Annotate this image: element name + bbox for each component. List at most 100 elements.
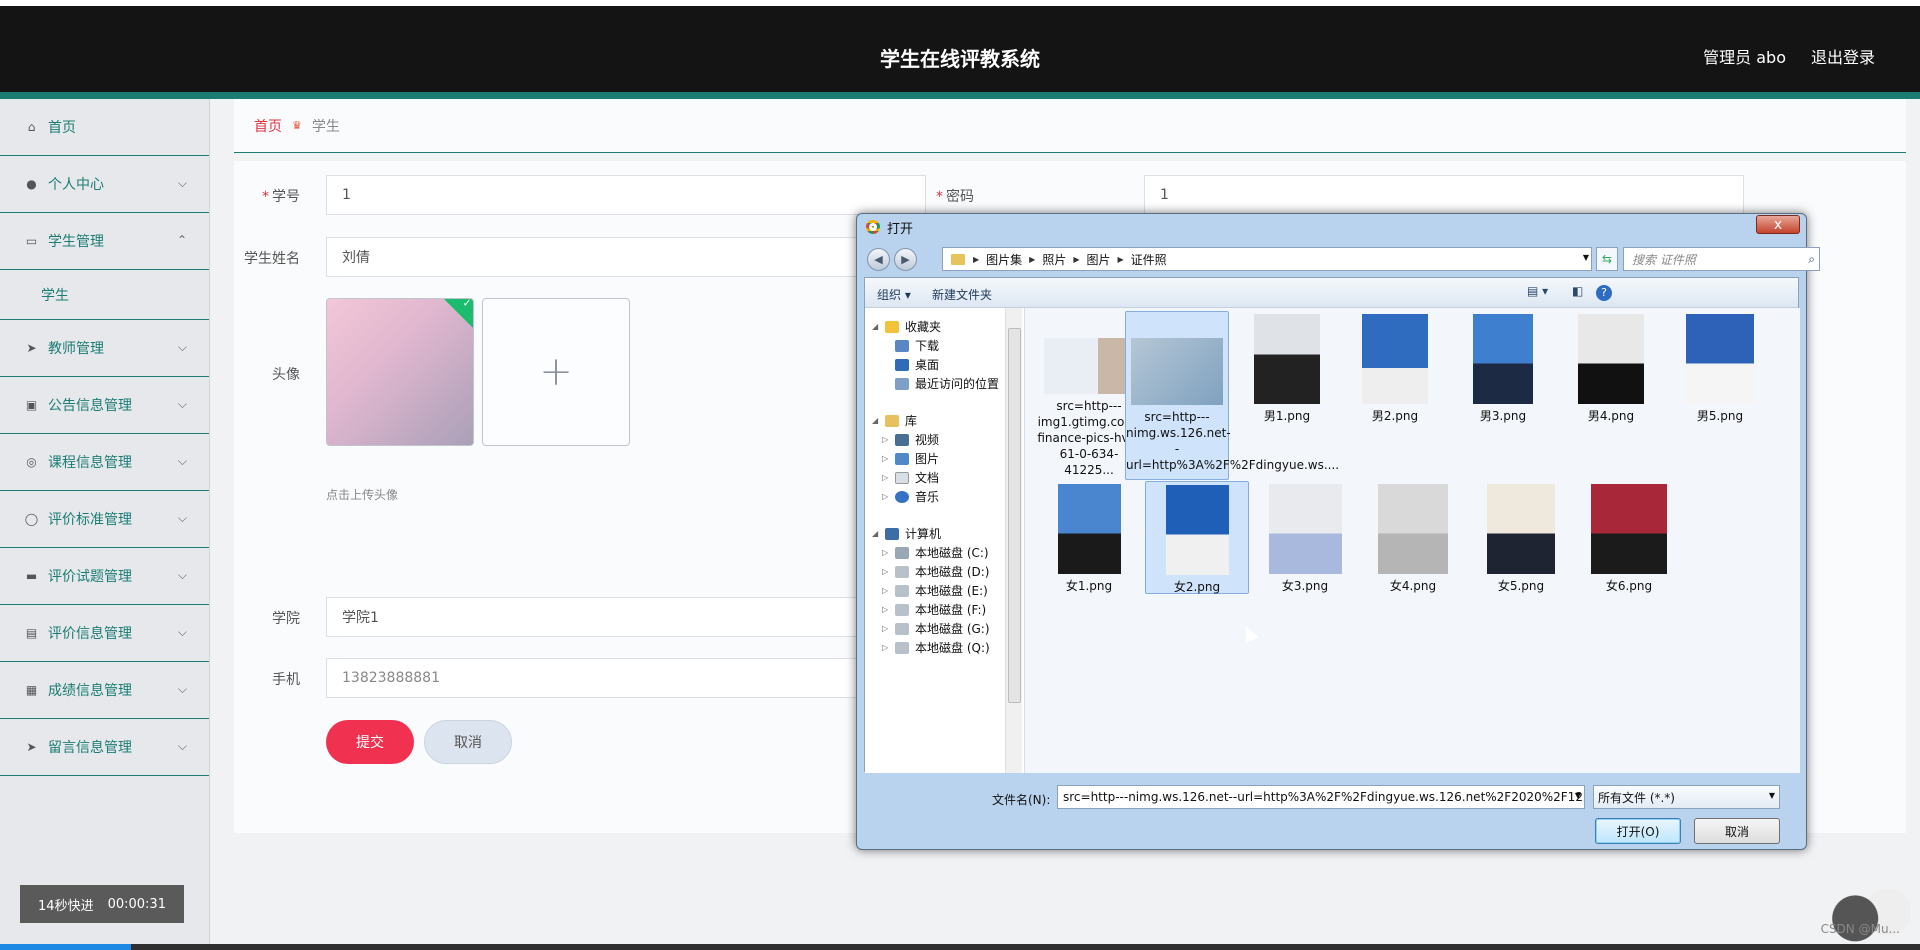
tree-computer[interactable]: ◢ 计算机 [872,525,941,542]
file-item[interactable]: 女3.png [1253,481,1357,594]
photo-thumbnail [1578,314,1644,404]
path-segment[interactable]: 图片 [1087,251,1111,268]
tree-scrollbar[interactable] [1005,308,1022,773]
collapse-icon[interactable]: ◢ [872,322,878,331]
header-accent-bar [0,92,1920,99]
submit-button[interactable]: 提交 [326,720,414,764]
college-select[interactable]: 学院1 [326,597,926,637]
name-input[interactable]: 刘倩 [326,237,926,277]
avatar-preview[interactable]: ✓ [326,298,474,446]
view-options-icon[interactable]: ▤ ▾ [1527,284,1548,298]
phone-input[interactable]: 13823888881 [326,658,926,698]
address-bar[interactable]: ▶ 图片集 ▶ 照片 ▶ 图片 ▶ 证件照 ▼ [942,247,1592,271]
scrollbar-thumb[interactable] [1008,328,1021,703]
tree-documents[interactable]: ▷ 文档 [882,469,939,486]
sidebar-item-announcements[interactable]: ▣ 公告信息管理 ⌵ [0,377,209,434]
clipboard-icon: ▤ [25,626,38,640]
filetype-select[interactable]: 所有文件 (*.*) ▼ [1593,785,1780,809]
tree-recent[interactable]: 最近访问的位置 [895,375,999,392]
path-segment[interactable]: 照片 [1042,251,1066,268]
expand-icon[interactable]: ▷ [882,492,888,501]
tree-desktop[interactable]: 桌面 [895,356,939,373]
file-list: src=http---img1.gtimg.com-finance-pics-h… [1025,308,1800,773]
new-folder-button[interactable]: 新建文件夹 [932,286,992,303]
avatar-upload-button[interactable]: + [482,298,630,446]
expand-icon[interactable]: ▷ [882,567,888,576]
check-icon: ✓ [462,298,472,310]
help-icon[interactable]: ? [1596,285,1612,301]
sidebar-item-messages[interactable]: ➤ 留言信息管理 ⌵ [0,719,209,776]
path-segment[interactable]: 证件照 [1131,251,1167,268]
monitor-icon: ▬ [25,569,38,583]
expand-icon[interactable]: ▷ [882,605,888,614]
sidebar-item-questions[interactable]: ▬ 评价试题管理 ⌵ [0,548,209,605]
tree-drive-q[interactable]: ▷ 本地磁盘 (Q:) [882,639,990,656]
collapse-icon[interactable]: ◢ [872,416,878,425]
file-item-hover[interactable]: 女2.png [1145,481,1249,594]
file-item[interactable]: 男4.png [1559,311,1663,424]
password-label: * 密码 [936,189,974,205]
sidebar-item-evaluations[interactable]: ▤ 评价信息管理 ⌵ [0,605,209,662]
sidebar-item-courses[interactable]: ◎ 课程信息管理 ⌵ [0,434,209,491]
sidebar-subitem-student[interactable]: 学生 [0,270,209,320]
forward-icon[interactable]: ▶ [894,248,917,271]
file-item[interactable]: 男1.png [1235,311,1339,424]
upload-hint: 点击上传头像 [326,488,399,502]
tree-music[interactable]: ▷ 音乐 [882,488,939,505]
file-item[interactable]: 女5.png [1469,481,1573,594]
expand-icon[interactable]: ▷ [882,624,888,633]
video-speed-box[interactable]: 14秒快进 00:00:31 [20,885,184,923]
file-item-selected[interactable]: src=http---nimg.ws.126.net--url=http%3A%… [1125,311,1339,480]
preview-pane-icon[interactable]: ◧ [1572,284,1583,298]
library-icon [885,414,899,427]
tree-pictures[interactable]: ▷ 图片 [882,450,939,467]
tree-drive-e[interactable]: ▷ 本地磁盘 (E:) [882,582,988,599]
sidebar-item-home[interactable]: ⌂ 首页 [0,99,209,156]
expand-icon[interactable]: ▷ [882,643,888,652]
password-input[interactable]: 1 [1144,175,1744,215]
tree-favorites[interactable]: ◢ 收藏夹 [872,318,941,335]
file-item[interactable]: 男5.png [1668,311,1772,424]
close-icon[interactable]: x [1756,215,1800,234]
admin-user-label[interactable]: 管理员 abo [1703,44,1786,68]
search-input[interactable]: 搜索 证件照 ⌕ [1623,247,1820,271]
dialog-titlebar[interactable]: 打开 [857,214,1806,240]
tree-drive-g[interactable]: ▷ 本地磁盘 (G:) [882,620,990,637]
chevron-down-icon[interactable]: ▼ [1575,791,1581,800]
refresh-icon[interactable]: ⇆ [1596,247,1618,271]
sidebar-item-students[interactable]: ▭ 学生管理 ⌃ [0,213,209,270]
file-item[interactable]: 男3.png [1451,311,1555,424]
sidebar-item-grades[interactable]: ▦ 成绩信息管理 ⌵ [0,662,209,719]
expand-icon[interactable]: ▷ [882,586,888,595]
tree-download[interactable]: 下载 [895,337,939,354]
tree-drive-f[interactable]: ▷ 本地磁盘 (F:) [882,601,986,618]
sidebar-item-teachers[interactable]: ➤ 教师管理 ⌵ [0,320,209,377]
cancel-button[interactable]: 取消 [424,720,512,764]
dialog-cancel-button[interactable]: 取消 [1694,818,1780,844]
expand-icon[interactable]: ▷ [882,435,888,444]
collapse-icon[interactable]: ◢ [872,529,878,538]
expand-icon[interactable]: ▷ [882,454,888,463]
file-item[interactable]: 女4.png [1361,481,1465,594]
tree-video[interactable]: ▷ 视频 [882,431,939,448]
file-item[interactable]: 男2.png [1343,311,1447,424]
tree-library[interactable]: ◢ 库 [872,412,917,429]
chevron-down-icon[interactable]: ▼ [1583,253,1589,262]
organize-button[interactable]: 组织 ▾ [877,286,911,303]
sidebar-item-label: 评价标准管理 [48,512,132,528]
tree-drive-d[interactable]: ▷ 本地磁盘 (D:) [882,563,989,580]
video-progress-bar[interactable] [0,944,1920,950]
filename-input[interactable]: src=http---nimg.ws.126.net--url=http%3A%… [1057,785,1585,809]
expand-icon[interactable]: ▷ [882,473,888,482]
sidebar-item-standards[interactable]: ◯ 评价标准管理 ⌵ [0,491,209,548]
breadcrumb-home[interactable]: 首页 [254,116,282,136]
back-icon[interactable]: ◀ [867,248,890,271]
file-item[interactable]: 女1.png [1037,481,1141,594]
path-segment[interactable]: 图片集 [986,251,1022,268]
tree-drive-c[interactable]: ▷ 本地磁盘 (C:) [882,544,989,561]
sidebar-item-personal[interactable]: ● 个人中心 ⌵ [0,156,209,213]
file-item[interactable]: 女6.png [1577,481,1681,594]
logout-link[interactable]: 退出登录 [1811,44,1875,68]
expand-icon[interactable]: ▷ [882,548,888,557]
open-button[interactable]: 打开(O) [1595,818,1681,844]
